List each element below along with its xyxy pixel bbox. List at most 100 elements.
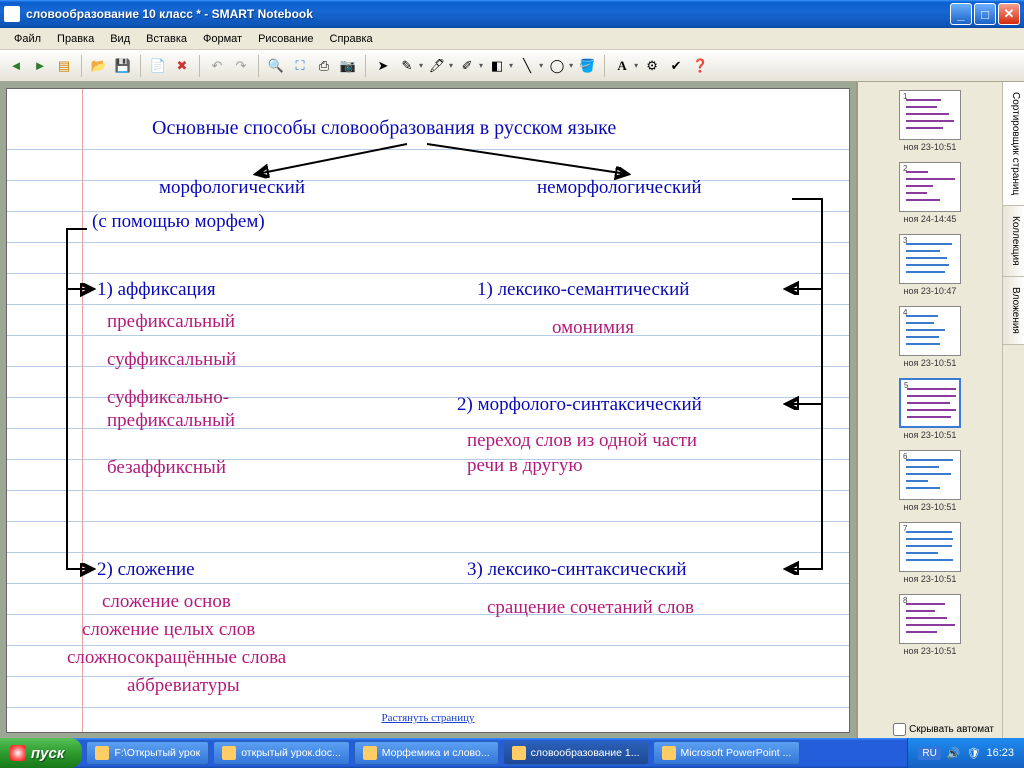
hide-auto-label: Скрывать автомат [909,724,994,735]
notebook-page[interactable]: // placeholder, lines drawn below by loo… [6,88,850,733]
start-button[interactable]: пуск [0,738,82,768]
camera-icon[interactable]: 📷 [338,56,358,76]
window-titlebar: словообразование 10 класс * - SMART Note… [0,0,1024,28]
ruled-line [7,583,849,584]
tab-collection[interactable]: Коллекция [1003,206,1024,277]
ruled-line [7,180,849,181]
left-branch: морфологический [159,177,305,199]
ruled-line [7,521,849,522]
fullscreen-icon[interactable]: ⛶ [290,56,310,76]
thumbnail[interactable]: 7ноя 23-10:51 [862,522,998,584]
tab-attachments[interactable]: Вложения [1003,277,1024,345]
tray-icon[interactable]: 🛡 [967,747,981,760]
fill-icon[interactable]: 🪣 [577,56,597,76]
language-indicator[interactable]: RU [918,747,940,760]
undo-icon[interactable]: ↶ [207,56,227,76]
close-button[interactable]: ✕ [998,3,1020,25]
r1: 1) лексико-семантический [477,279,689,301]
pen-icon[interactable]: ✎ [397,56,417,76]
ruled-line [7,242,849,243]
thumbnail[interactable]: 4ноя 23-10:51 [862,306,998,368]
thumbnail-label: ноя 24-14:45 [862,214,998,224]
ruled-line [7,614,849,615]
hide-auto-checkbox[interactable]: Скрывать автомат [893,723,994,736]
thumbnail[interactable]: 3ноя 23-10:47 [862,234,998,296]
thumbnail[interactable]: 1ноя 23-10:51 [862,90,998,152]
ruled-line [7,552,849,553]
tab-sorter[interactable]: Сортировщик страниц [1003,82,1024,206]
ruled-line [7,304,849,305]
text-icon[interactable]: A [612,56,632,76]
left-note: (с помощью морфем) [92,211,265,233]
ruled-line [7,707,849,708]
r2a: переход слов из одной части речи в другу… [467,429,697,478]
app-icon [4,6,20,22]
capture-icon[interactable]: ⎙ [314,56,334,76]
thumbnail[interactable]: 2ноя 24-14:45 [862,162,998,224]
system-tray: RU 🔊 🛡 16:23 [907,738,1024,768]
taskbar-task[interactable]: открытый урок.doc... [213,741,350,765]
taskbar-task[interactable]: словообразование 1... [503,741,649,765]
thumbnail-label: ноя 23-10:51 [862,646,998,656]
thumbnail-label: ноя 23-10:51 [862,502,998,512]
spell-icon[interactable]: ✔ [666,56,686,76]
next-page-icon[interactable]: ► [30,56,50,76]
shape-icon[interactable]: ◯ [547,56,567,76]
window-title: словообразование 10 класс * - SMART Note… [26,7,948,21]
l1a: префиксальный [107,311,235,333]
redo-icon[interactable]: ↷ [231,56,251,76]
line-icon[interactable]: ╲ [517,56,537,76]
l1b: суффиксальный [107,349,236,371]
toolbar: ◄ ► ▤ 📂 💾 📄 ✖ ↶ ↷ 🔍 ⛶ ⎙ 📷 ➤ ✎▾ 🖊▾ ✐▾ ◧▾ … [0,50,1024,82]
thumbnail-label: ноя 23-10:47 [862,286,998,296]
menu-drawing[interactable]: Рисование [250,31,321,47]
menu-file[interactable]: Файл [6,31,49,47]
doc-icon[interactable]: ▤ [54,56,74,76]
taskbar-task[interactable]: F:\Открытый урок [86,741,209,765]
prev-page-icon[interactable]: ◄ [6,56,26,76]
clock[interactable]: 16:23 [986,747,1014,759]
l2b: сложение целых слов [82,619,255,641]
taskbar-task[interactable]: Microsoft PowerPoint ... [653,741,801,765]
task-label: Microsoft PowerPoint ... [681,747,792,759]
minimize-button[interactable]: _ [950,3,972,25]
thumbnail[interactable]: 8ноя 23-10:51 [862,594,998,656]
delete-icon[interactable]: ✖ [172,56,192,76]
menu-bar: Файл Правка Вид Вставка Формат Рисование… [0,28,1024,50]
thumbnail-label: ноя 23-10:51 [862,574,998,584]
thumbnail[interactable]: 6ноя 23-10:51 [862,450,998,512]
new-page-icon[interactable]: 📄 [148,56,168,76]
work-area: // placeholder, lines drawn below by loo… [0,82,1024,738]
task-label: Морфемика и слово... [382,747,490,759]
start-icon [10,745,26,761]
thumbnail[interactable]: 5ноя 23-10:51 [862,378,998,440]
open-icon[interactable]: 📂 [89,56,109,76]
menu-edit[interactable]: Правка [49,31,102,47]
pointer-icon[interactable]: ➤ [373,56,393,76]
stretch-page-link[interactable]: Растянуть страницу [382,712,475,724]
menu-view[interactable]: Вид [102,31,138,47]
taskbar: пуск F:\Открытый урокоткрытый урок.doc..… [0,738,1024,768]
l2a: сложение основ [102,591,231,613]
menu-format[interactable]: Формат [195,31,250,47]
help-icon[interactable]: ❓ [690,56,710,76]
page-sorter[interactable]: 1ноя 23-10:51 2ноя 24-14:45 3ноя 23-10:47 4… [858,82,1002,738]
thumbnail-label: ноя 23-10:51 [862,142,998,152]
creative-pen-icon[interactable]: ✐ [457,56,477,76]
menu-insert[interactable]: Вставка [138,31,195,47]
l1: 1) аффиксация [97,279,216,301]
maximize-button[interactable]: □ [974,3,996,25]
l2: 2) сложение [97,559,195,581]
hide-auto-input[interactable] [893,723,906,736]
menu-help[interactable]: Справка [322,31,381,47]
canvas-area[interactable]: // placeholder, lines drawn below by loo… [0,82,856,738]
save-icon[interactable]: 💾 [113,56,133,76]
tray-icon[interactable]: 🔊 [947,747,961,760]
eraser-icon[interactable]: ◧ [487,56,507,76]
zoom-icon[interactable]: 🔍 [266,56,286,76]
taskbar-task[interactable]: Морфемика и слово... [354,741,499,765]
properties-icon[interactable]: ⚙ [642,56,662,76]
side-tabs: Сортировщик страниц Коллекция Вложения [1002,82,1024,738]
highlighter-icon[interactable]: 🖊 [427,56,447,76]
task-icon [512,746,526,760]
